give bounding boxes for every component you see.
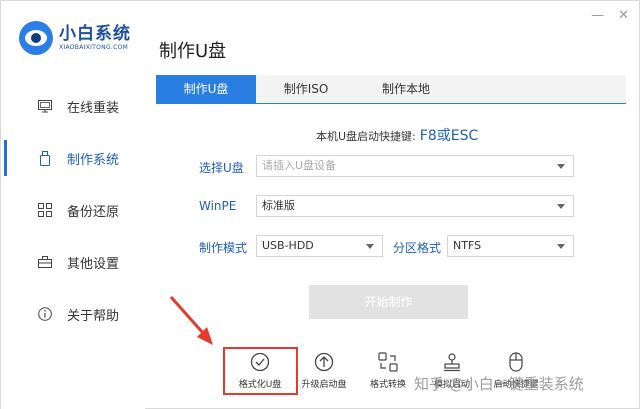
- app-window: 小白系统 XIAOBAIXITONG.COM 在线重装 制作系统 备份还原 其他…: [0, 0, 640, 409]
- watermark: 知乎 @小白一键重装系统: [414, 375, 584, 393]
- red-arrow-icon: [169, 296, 213, 345]
